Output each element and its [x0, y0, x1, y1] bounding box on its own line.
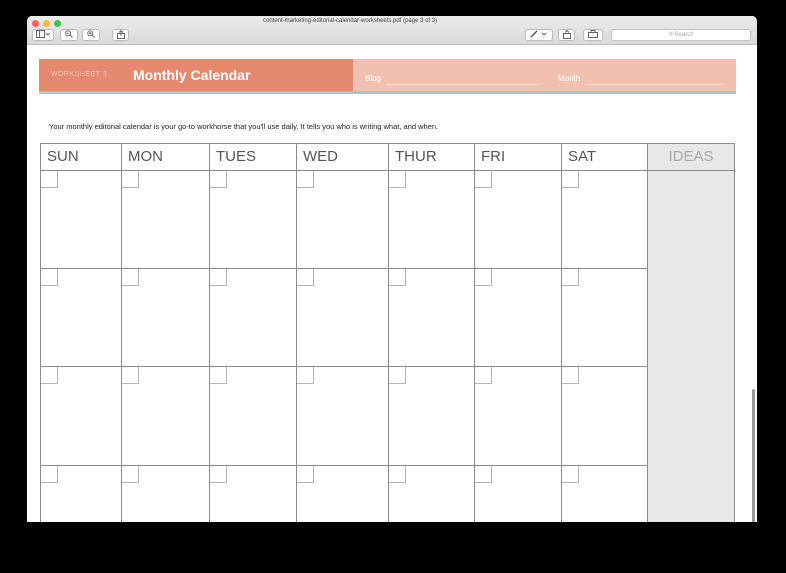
- day-cell[interactable]: [389, 171, 475, 269]
- day-cell[interactable]: [122, 269, 210, 367]
- toolbox-icon[interactable]: [583, 29, 603, 41]
- date-number-box[interactable]: [389, 269, 406, 286]
- ideas-column[interactable]: [648, 171, 734, 522]
- day-cell[interactable]: [389, 466, 475, 522]
- date-number-box[interactable]: [210, 269, 227, 286]
- day-cell[interactable]: [562, 171, 648, 269]
- worksheet-number: WORKSHEET 3: [51, 71, 108, 78]
- search-input[interactable]: ⚲ Search: [611, 29, 751, 41]
- day-cell[interactable]: [297, 171, 389, 269]
- day-header-tues: TUES: [210, 144, 297, 171]
- date-number-box[interactable]: [122, 466, 139, 483]
- search-placeholder: Search: [674, 32, 694, 38]
- date-number-box[interactable]: [122, 367, 139, 384]
- blog-field-line[interactable]: [387, 84, 537, 85]
- date-number-box[interactable]: [210, 466, 227, 483]
- month-field-line[interactable]: [585, 84, 723, 85]
- share-icon[interactable]: [112, 29, 129, 41]
- month-label: Month: [558, 74, 581, 83]
- date-number-box[interactable]: [475, 171, 492, 188]
- minimize-window-button[interactable]: [43, 20, 50, 27]
- date-number-box[interactable]: [41, 367, 58, 384]
- day-cell[interactable]: [122, 466, 210, 522]
- day-cell[interactable]: [562, 466, 648, 522]
- day-cell[interactable]: [210, 269, 297, 367]
- search-icon: ⚲: [668, 32, 673, 38]
- date-number-box[interactable]: [562, 269, 579, 286]
- date-number-box[interactable]: [475, 466, 492, 483]
- date-number-box[interactable]: [389, 367, 406, 384]
- date-number-box[interactable]: [297, 171, 314, 188]
- monthly-calendar-grid: SUN MON TUES WED THUR FRI SAT IDEAS: [40, 143, 735, 522]
- day-cell[interactable]: [297, 466, 389, 522]
- day-cell[interactable]: [389, 269, 475, 367]
- date-number-box[interactable]: [475, 367, 492, 384]
- day-cell[interactable]: [41, 466, 122, 522]
- date-number-box[interactable]: [562, 466, 579, 483]
- date-number-box[interactable]: [297, 367, 314, 384]
- date-number-box[interactable]: [41, 171, 58, 188]
- rotate-icon[interactable]: [558, 29, 575, 41]
- date-number-box[interactable]: [210, 171, 227, 188]
- zoom-in-icon[interactable]: [82, 29, 100, 41]
- date-number-box[interactable]: [389, 171, 406, 188]
- pdf-page: WORKSHEET 3 Monthly Calendar Blog Month …: [27, 45, 757, 522]
- day-cell[interactable]: [475, 466, 562, 522]
- ideas-header: IDEAS: [648, 144, 734, 171]
- date-number-box[interactable]: [41, 466, 58, 483]
- day-cell[interactable]: [210, 466, 297, 522]
- day-cell[interactable]: [210, 171, 297, 269]
- sidebar-toggle-icon[interactable]: [32, 29, 54, 41]
- worksheet-title: Monthly Calendar: [133, 67, 251, 83]
- day-cell[interactable]: [297, 269, 389, 367]
- day-cell[interactable]: [562, 367, 648, 466]
- date-number-box[interactable]: [41, 269, 58, 286]
- vertical-scrollbar[interactable]: [750, 74, 757, 522]
- day-header-mon: MON: [122, 144, 210, 171]
- close-window-button[interactable]: [32, 20, 39, 27]
- scroll-thumb[interactable]: [752, 389, 755, 522]
- zoom-window-button[interactable]: [54, 20, 61, 27]
- day-cell[interactable]: [475, 367, 562, 466]
- day-cell[interactable]: [122, 367, 210, 466]
- worksheet-header-right: Blog Month: [353, 59, 736, 91]
- day-cell[interactable]: [475, 171, 562, 269]
- window-title: content-marketing-editorial-calendar-wor…: [263, 18, 438, 24]
- date-number-box[interactable]: [562, 171, 579, 188]
- day-cell[interactable]: [389, 367, 475, 466]
- day-cell[interactable]: [41, 367, 122, 466]
- date-number-box[interactable]: [122, 269, 139, 286]
- intro-text: Your monthly editorial calendar is your …: [49, 122, 439, 131]
- pen-icon[interactable]: [525, 29, 553, 41]
- worksheet-header: WORKSHEET 3 Monthly Calendar Blog Month: [39, 59, 736, 94]
- day-header-sat: SAT: [562, 144, 648, 171]
- preview-window: content-marketing-editorial-calendar-wor…: [27, 16, 757, 522]
- worksheet-header-left: WORKSHEET 3 Monthly Calendar: [39, 59, 353, 91]
- date-number-box[interactable]: [297, 269, 314, 286]
- day-header-fri: FRI: [475, 144, 562, 171]
- day-cell[interactable]: [297, 367, 389, 466]
- day-header-thur: THUR: [389, 144, 475, 171]
- day-header-wed: WED: [297, 144, 389, 171]
- blog-label: Blog: [365, 74, 382, 83]
- day-cell[interactable]: [562, 269, 648, 367]
- date-number-box[interactable]: [475, 269, 492, 286]
- day-cell[interactable]: [41, 171, 122, 269]
- date-number-box[interactable]: [210, 367, 227, 384]
- date-number-box[interactable]: [297, 466, 314, 483]
- day-header-sun: SUN: [41, 144, 122, 171]
- window-toolbar: content-marketing-editorial-calendar-wor…: [27, 16, 757, 45]
- day-cell[interactable]: [475, 269, 562, 367]
- day-cell[interactable]: [210, 367, 297, 466]
- date-number-box[interactable]: [122, 171, 139, 188]
- date-number-box[interactable]: [562, 367, 579, 384]
- date-number-box[interactable]: [389, 466, 406, 483]
- zoom-out-icon[interactable]: [60, 29, 78, 41]
- day-cell[interactable]: [122, 171, 210, 269]
- day-cell[interactable]: [41, 269, 122, 367]
